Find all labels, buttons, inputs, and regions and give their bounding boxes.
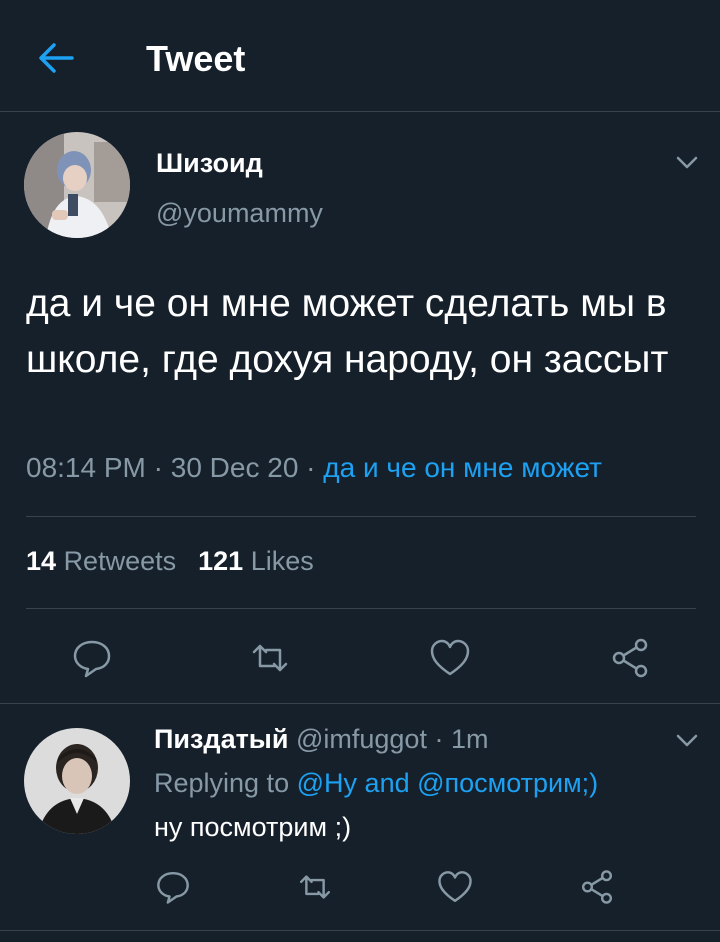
retweets-stat[interactable]: 14 Retweets — [26, 546, 176, 576]
section-separator — [0, 930, 720, 931]
reply-icon[interactable] — [154, 868, 192, 906]
retweets-count: 14 — [26, 546, 57, 576]
reply-icon[interactable] — [70, 636, 114, 680]
author-name[interactable]: Шизоид — [156, 148, 263, 179]
mention-link[interactable]: @Hy — [297, 768, 357, 798]
replying-and: and — [364, 768, 410, 798]
reply-text: ну посмотрим ;) — [154, 812, 352, 842]
replying-prefix: Replying to — [154, 768, 290, 798]
divider — [26, 608, 696, 609]
reply-header: Пиздатый @imfuggot · 1m — [154, 724, 489, 755]
share-icon[interactable] — [578, 868, 616, 906]
share-icon[interactable] — [608, 636, 652, 680]
tweet-meta: 08:14 PM · 30 Dec 20 · да и че он мне мо… — [26, 452, 602, 484]
avatar[interactable] — [24, 132, 130, 238]
retweet-icon[interactable] — [296, 868, 334, 906]
source-link[interactable]: да и че он мне может — [323, 452, 602, 483]
likes-label: Likes — [250, 546, 314, 576]
chevron-down-icon[interactable] — [674, 152, 700, 172]
chevron-down-icon[interactable] — [674, 730, 700, 750]
tweet-text: да и че он мне может сделать мы в школе,… — [26, 282, 669, 381]
reply-age: 1m — [450, 724, 489, 754]
meta-separator: · — [153, 452, 171, 483]
meta-separator: · — [434, 724, 444, 754]
back-arrow-icon[interactable] — [36, 38, 76, 78]
top-bar: Tweet — [0, 0, 720, 112]
retweet-icon[interactable] — [248, 636, 292, 680]
engagement-stats: 14 Retweets 121 Likes — [26, 546, 314, 577]
likes-stat[interactable]: 121 Likes — [198, 546, 314, 576]
mention-link[interactable]: @посмотрим;) — [417, 768, 598, 798]
author-handle[interactable]: @youmammy — [156, 198, 323, 229]
tweet-time: 08:14 PM — [26, 452, 146, 483]
divider — [26, 516, 696, 517]
meta-separator: · — [306, 452, 324, 483]
like-icon[interactable] — [436, 868, 474, 906]
likes-count: 121 — [198, 546, 244, 576]
like-icon[interactable] — [428, 636, 472, 680]
retweets-label: Retweets — [63, 546, 177, 576]
section-separator — [0, 703, 720, 704]
tweet-date: 30 Dec 20 — [170, 452, 299, 483]
replying-to: Replying to @Hy and @посмотрим;) — [154, 768, 598, 799]
avatar[interactable] — [24, 728, 130, 834]
page-title: Tweet — [146, 38, 246, 79]
reply-author-handle[interactable]: @imfuggot — [296, 724, 427, 754]
reply-author-name[interactable]: Пиздатый — [154, 724, 288, 754]
